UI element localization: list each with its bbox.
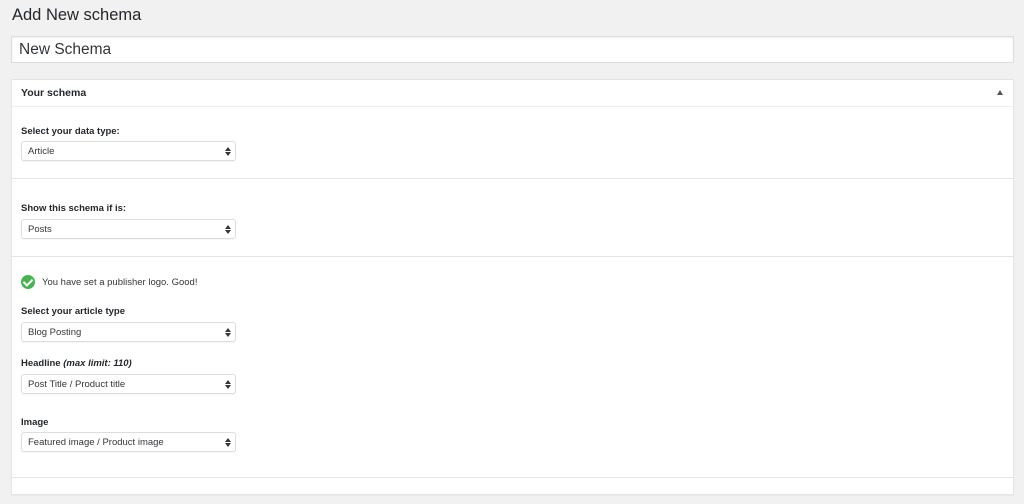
data-type-label: Select your data type:	[21, 126, 120, 137]
schema-title-input[interactable]: New Schema	[11, 36, 1014, 63]
select-arrows-icon	[225, 224, 231, 235]
metabox-header[interactable]: Your schema	[12, 80, 1013, 107]
select-arrows-icon	[225, 146, 231, 157]
article-type-value: Blog Posting	[28, 327, 82, 338]
your-schema-metabox: Your schema Select your data type: Artic…	[11, 79, 1014, 495]
publisher-logo-notice: You have set a publisher logo. Good!	[42, 277, 198, 288]
article-type-label: Select your article type	[21, 306, 126, 317]
section-divider	[12, 178, 1013, 179]
headline-label-text: Headline	[21, 358, 61, 369]
select-arrows-icon	[225, 379, 231, 390]
metabox-title: Your schema	[21, 87, 87, 99]
image-label: Image	[21, 417, 49, 428]
page-title: Add New schema	[12, 6, 142, 24]
check-circle-icon	[21, 275, 35, 289]
article-type-select[interactable]: Blog Posting	[21, 322, 236, 342]
show-if-select[interactable]: Posts	[21, 219, 236, 239]
headline-label: Headline (max limit: 110)	[21, 358, 132, 369]
show-if-value: Posts	[28, 224, 52, 235]
triangle-up-icon[interactable]	[997, 90, 1003, 95]
headline-limit-note: (max limit: 110)	[63, 358, 132, 369]
image-select[interactable]: Featured image / Product image	[21, 432, 236, 452]
image-value: Featured image / Product image	[28, 437, 164, 448]
data-type-value: Article	[28, 146, 55, 157]
data-type-select[interactable]: Article	[21, 141, 236, 161]
show-if-label: Show this schema if is:	[21, 203, 127, 214]
section-divider	[12, 477, 1013, 478]
select-arrows-icon	[225, 437, 231, 448]
headline-select[interactable]: Post Title / Product title	[21, 374, 236, 394]
headline-value: Post Title / Product title	[28, 379, 126, 390]
select-arrows-icon	[225, 327, 231, 338]
section-divider	[12, 256, 1013, 257]
